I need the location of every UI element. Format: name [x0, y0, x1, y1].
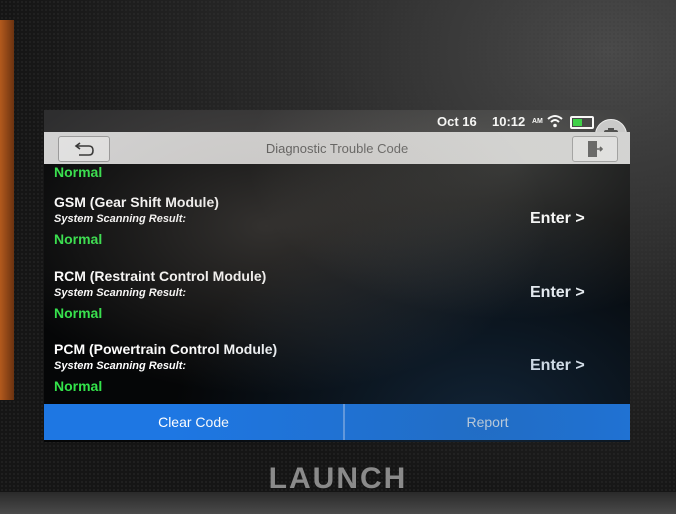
exit-icon	[588, 141, 603, 157]
module-row[interactable]: PCM (Powertrain Control Module) System S…	[44, 341, 630, 404]
battery-fill	[573, 119, 582, 126]
module-status: Normal	[54, 164, 103, 180]
status-time: 10:12	[492, 114, 526, 129]
module-name: GSM (Gear Shift Module)	[54, 194, 219, 210]
action-bar: Clear Code Report	[44, 404, 630, 440]
exit-button[interactable]	[572, 136, 618, 162]
module-name: RCM (Restraint Control Module)	[54, 268, 267, 284]
module-result-label: System Scanning Result:	[54, 360, 187, 372]
wifi-icon	[547, 115, 563, 128]
background-edge	[0, 20, 14, 400]
module-list[interactable]: Normal GSM (Gear Shift Module) System Sc…	[44, 164, 630, 404]
module-result-label: System Scanning Result:	[54, 287, 187, 299]
status-ampm: AM	[532, 118, 543, 125]
enter-button[interactable]: Enter >	[530, 210, 585, 228]
battery-icon	[570, 116, 594, 129]
module-result-label: System Scanning Result:	[54, 213, 187, 225]
enter-button[interactable]: Enter >	[530, 284, 585, 302]
status-bar: Oct 16 10:12 AM	[44, 110, 630, 151]
device-screen: Oct 16 10:12 AM Diagnostic Trouble Code …	[44, 110, 630, 442]
module-row[interactable]: RCM (Restraint Control Module) System Sc…	[44, 268, 630, 338]
module-status: Normal	[54, 378, 103, 394]
status-date: Oct 16	[437, 114, 477, 129]
clear-code-button[interactable]: Clear Code	[44, 404, 343, 440]
module-status: Normal	[54, 305, 103, 321]
module-row[interactable]: GSM (Gear Shift Module) System Scanning …	[44, 194, 630, 264]
device-frame: Oct 16 10:12 AM Diagnostic Trouble Code …	[0, 0, 676, 514]
brand-logo: LAUNCH	[268, 462, 408, 495]
report-button[interactable]: Report	[345, 404, 630, 440]
module-name: PCM (Powertrain Control Module)	[54, 341, 278, 357]
module-status: Normal	[54, 231, 103, 247]
enter-button[interactable]: Enter >	[530, 357, 585, 375]
title-bar: Diagnostic Trouble Code	[44, 132, 630, 164]
page-title: Diagnostic Trouble Code	[265, 141, 409, 156]
